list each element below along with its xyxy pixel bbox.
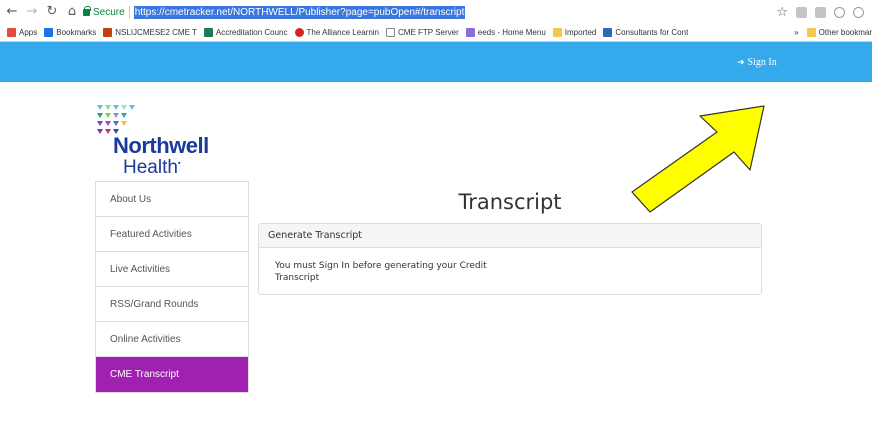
alliance-icon xyxy=(294,27,304,37)
reload-icon[interactable]: ↻ xyxy=(44,4,60,20)
site-icon xyxy=(603,27,613,37)
sign-in-label: Sign In xyxy=(747,57,777,68)
bookmark-item[interactable]: Accreditation Counc xyxy=(203,27,288,37)
transcript-panel: Generate Transcript You must Sign In bef… xyxy=(258,223,762,295)
sign-in-icon: ➜ xyxy=(737,57,745,68)
sidebar-nav: About Us Featured Activities Live Activi… xyxy=(95,181,249,393)
panel-message: You must Sign In before generating your … xyxy=(275,261,487,283)
sidebar-item-live-activities[interactable]: Live Activities xyxy=(96,252,248,287)
bookmark-item[interactable]: Bookmarks xyxy=(44,27,96,37)
annotation-arrow-icon xyxy=(631,105,765,213)
bookmark-item[interactable]: eeds - Home Menu xyxy=(465,27,546,37)
site-header: ➜ Sign In xyxy=(0,42,872,82)
bookmark-item[interactable]: The Alliance Learnin xyxy=(294,27,379,37)
star-icon xyxy=(44,27,54,37)
other-bookmarks[interactable]: Other bookmar xyxy=(819,28,872,37)
page-icon xyxy=(386,27,395,37)
url-text[interactable]: https://cmetracker.net/NORTHWELL/Publish… xyxy=(133,5,466,19)
extension-icon[interactable] xyxy=(853,6,864,18)
bookmarks-bar: Apps Bookmarks NSLIJCMESE2 CME T Accredi… xyxy=(0,23,872,42)
logo-name: Northwell xyxy=(113,133,209,158)
bookmarks-overflow: » Other bookmar xyxy=(790,23,872,41)
triangle-icon xyxy=(203,27,213,37)
sidebar-item-rss-grand-rounds[interactable]: RSS/Grand Rounds xyxy=(96,287,248,322)
lock-icon xyxy=(83,5,91,16)
bookmark-item[interactable]: Apps xyxy=(7,27,37,37)
logo-sub: Health• xyxy=(123,157,181,178)
bookmark-star-icon[interactable]: ☆ xyxy=(776,5,788,20)
apps-grid-icon xyxy=(7,27,16,37)
address-bar[interactable]: Secure https://cmetracker.net/NORTHWELL/… xyxy=(83,4,795,20)
eeds-icon xyxy=(465,27,475,37)
bookmark-item[interactable]: NSLIJCMESE2 CME T xyxy=(103,27,197,37)
sidebar-item-online-activities[interactable]: Online Activities xyxy=(96,322,248,357)
forward-arrow-icon[interactable]: → xyxy=(24,4,40,20)
northwell-logo[interactable]: Northwell Health• xyxy=(95,103,235,178)
sidebar-item-about-us[interactable]: About Us xyxy=(96,182,248,217)
panel-heading: Generate Transcript xyxy=(259,224,761,248)
back-arrow-icon[interactable]: ← xyxy=(4,4,20,20)
overflow-chevron-icon[interactable]: » xyxy=(794,28,798,37)
sidebar-item-cme-transcript[interactable]: CME Transcript xyxy=(96,357,248,392)
extension-icon[interactable] xyxy=(834,6,845,18)
extension-icon[interactable] xyxy=(815,6,826,18)
site-icon xyxy=(103,27,113,37)
home-icon[interactable]: ⌂ xyxy=(64,4,80,20)
sidebar-item-featured-activities[interactable]: Featured Activities xyxy=(96,217,248,252)
bookmark-item[interactable]: Consultants for Cont xyxy=(603,27,688,37)
folder-icon xyxy=(806,28,816,37)
secure-label: Secure xyxy=(93,6,125,18)
secure-indicator[interactable]: Secure xyxy=(83,5,130,18)
sign-in-link[interactable]: ➜ Sign In xyxy=(737,57,777,68)
browser-actions: ☆ xyxy=(776,4,872,20)
extension-icon[interactable] xyxy=(796,6,807,18)
folder-icon xyxy=(552,27,562,37)
bookmark-item[interactable]: Imported xyxy=(552,27,596,37)
bookmark-item[interactable]: CME FTP Server xyxy=(386,27,459,37)
